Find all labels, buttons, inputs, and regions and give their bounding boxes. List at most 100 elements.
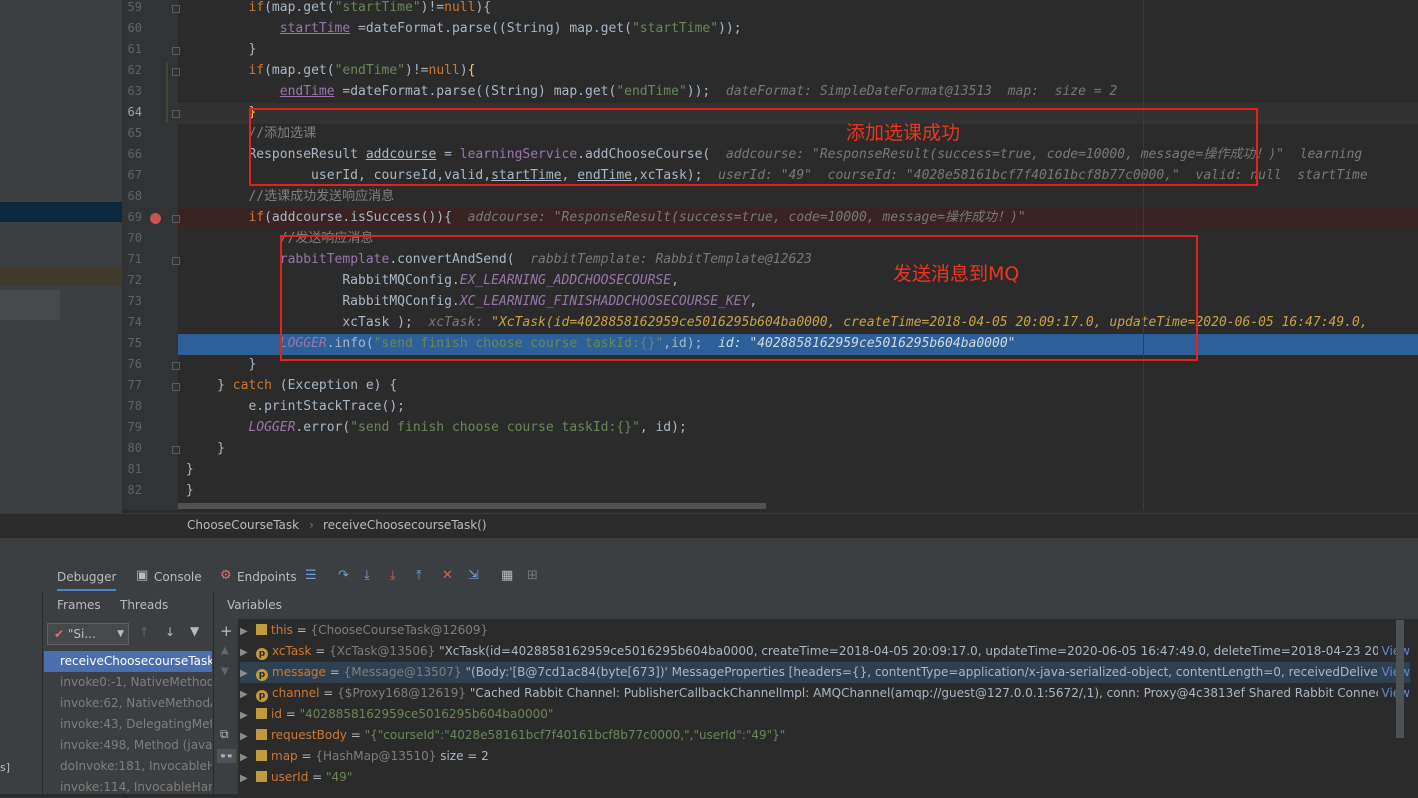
add-watch-icon[interactable]: + [220,622,233,640]
line-number: 61 [127,42,142,56]
variables-header: Variables [214,591,1418,619]
current-execution-line [178,334,1418,355]
frame-item[interactable]: receiveChoosecourseTask: [44,651,212,672]
frame-item[interactable]: doInvoke:181, InvocableHa [44,756,212,777]
code-line[interactable]: LOGGER.error("send finish choose course … [178,418,1418,439]
variable-name: map [271,749,298,763]
line-number: 72 [127,273,142,287]
expand-arrow-icon[interactable]: ▶ [240,747,256,767]
view-link[interactable]: View [1377,683,1410,704]
copy-icon[interactable]: ⧉ [220,727,229,742]
frame-item[interactable]: invoke:43, DelegatingMeth [44,714,212,735]
variable-row[interactable]: ▶ map = {HashMap@13510} size = 2 [240,746,1410,767]
frame-item[interactable]: invoke:114, InvocableHand [44,777,212,798]
code-line[interactable]: } [178,460,1418,481]
code-line[interactable]: if(map.get("startTime")!=null){ [178,0,1418,19]
fold-marker-icon[interactable] [172,68,180,76]
variable-type: {$Proxy168@12619} [337,686,467,700]
code-line[interactable]: } catch (Exception e) { [178,376,1418,397]
variables-scrollbar[interactable] [1396,620,1404,738]
variable-name: xcTask [272,644,312,658]
fold-marker-icon[interactable] [172,383,180,391]
expand-arrow-icon[interactable]: ▶ [240,768,256,788]
arrow-up-icon[interactable]: ↑ [139,625,149,639]
trace-icon[interactable]: ⊞ [527,568,538,583]
expand-arrow-icon[interactable]: ▶ [240,726,256,746]
code-line[interactable]: endTime =dateFormat.parse((String) map.g… [178,82,1418,103]
breakpoint-icon[interactable] [150,213,161,224]
tab-debugger[interactable]: Debugger [57,570,117,591]
frame-item[interactable]: invoke:62, NativeMethodA [44,693,212,714]
fold-marker-icon[interactable] [172,446,180,454]
code-line[interactable]: e.printStackTrace(); [178,397,1418,418]
expand-arrow-icon[interactable]: ▶ [240,663,256,683]
line-number: 73 [127,294,142,308]
code-line[interactable]: } [178,439,1418,460]
step-into-icon[interactable]: ⤓ [364,568,370,583]
editor-horizontal-scrollbar[interactable] [178,503,766,509]
breadcrumb-class[interactable]: ChooseCourseTask [187,518,299,532]
annotation-add-course-success: 添加选课成功 [846,122,961,144]
fold-marker-icon[interactable] [172,215,180,223]
step-out-icon[interactable]: ⤒ [416,568,422,583]
code-line[interactable]: if(map.get("endTime")!=null){ [178,61,1418,82]
line-number: 75 [127,336,142,350]
field-icon [256,708,267,719]
code-line[interactable]: if(addcourse.isSuccess()){ addcourse: "R… [178,208,1418,229]
variable-value: "49" [326,770,353,784]
expand-arrow-icon[interactable]: ▶ [240,705,256,725]
line-number: 74 [127,315,142,329]
code-line[interactable]: startTime =dateFormat.parse((String) map… [178,19,1418,40]
menu-lines-icon[interactable]: ☰ [305,568,317,583]
variable-row[interactable]: ▶ id = "4028858162959ce5016295b604ba0000" [240,704,1410,725]
evaluate-expression-icon[interactable]: ▦ [501,568,513,583]
fold-marker-icon[interactable] [172,5,180,13]
variable-row[interactable]: ▶ userId = "49" [240,767,1410,788]
thread-select[interactable]: ✔ "Si... ▼ [47,623,129,645]
frame-item[interactable]: invoke0:-1, NativeMethodA [44,672,212,693]
variable-row[interactable]: ▶ p message = {Message@13507} "(Body:'[B@7… [240,662,1410,683]
variable-row[interactable]: ▶ requestBody = "{"courseId":"4028e58161b… [240,725,1410,746]
annotation-box-add-course [249,108,1258,186]
fold-marker-icon[interactable] [172,362,180,370]
move-up-icon[interactable]: ▲ [221,645,229,656]
expand-arrow-icon[interactable]: ▶ [240,621,256,641]
line-number: 78 [127,399,142,413]
glasses-icon[interactable]: 👓 [217,749,236,763]
filter-icon[interactable]: ▼ [190,624,199,638]
tab-frames[interactable]: Frames [57,598,101,612]
variable-row[interactable]: ▶ p xcTask = {XcTask@13506} "XcTask(id=402… [240,641,1410,662]
line-number: 67 [127,168,142,182]
tab-console[interactable]: Console [154,570,202,584]
drop-frame-icon[interactable]: ✕ [442,568,453,583]
fold-marker-icon[interactable] [172,47,180,55]
step-over-icon[interactable]: ↷ [338,568,349,583]
expand-arrow-icon[interactable]: ▶ [240,642,256,662]
variable-type: {Message@13507} [343,665,462,679]
variable-row[interactable]: ▶ this = {ChooseCourseTask@12609} [240,620,1410,641]
run-to-cursor-icon[interactable]: ⇲ [468,568,479,583]
code-line[interactable]: } [178,40,1418,61]
move-down-icon[interactable]: ▼ [221,666,229,677]
variable-value: size = 2 [436,749,489,763]
line-number: 79 [127,420,142,434]
code-line[interactable]: } [178,481,1418,502]
view-link[interactable]: View [1377,662,1410,683]
variable-row[interactable]: ▶ p channel = {$Proxy168@12619} "Cached Ra… [240,683,1410,704]
tab-threads[interactable]: Threads [120,598,168,612]
selected-tree-row[interactable] [0,202,122,222]
frame-item[interactable]: invoke:498, Method (java.l [44,735,212,756]
force-step-into-icon[interactable]: ⤓ [390,568,396,583]
fold-marker-icon[interactable] [172,110,180,118]
tree-row-shade [0,290,60,320]
code-line[interactable]: //选课成功发送响应消息 [178,187,1418,208]
tab-endpoints[interactable]: Endpoints [237,570,297,584]
arrow-down-icon[interactable]: ↓ [165,625,175,639]
expand-arrow-icon[interactable]: ▶ [240,684,256,704]
variable-value: "4028858162959ce5016295b604ba0000" [299,707,554,721]
view-link[interactable]: View [1377,641,1410,662]
breadcrumb-method[interactable]: receiveChoosecourseTask() [323,518,487,532]
line-number: 60 [127,21,142,35]
side-label: s] [0,761,11,774]
fold-marker-icon[interactable] [172,257,180,265]
